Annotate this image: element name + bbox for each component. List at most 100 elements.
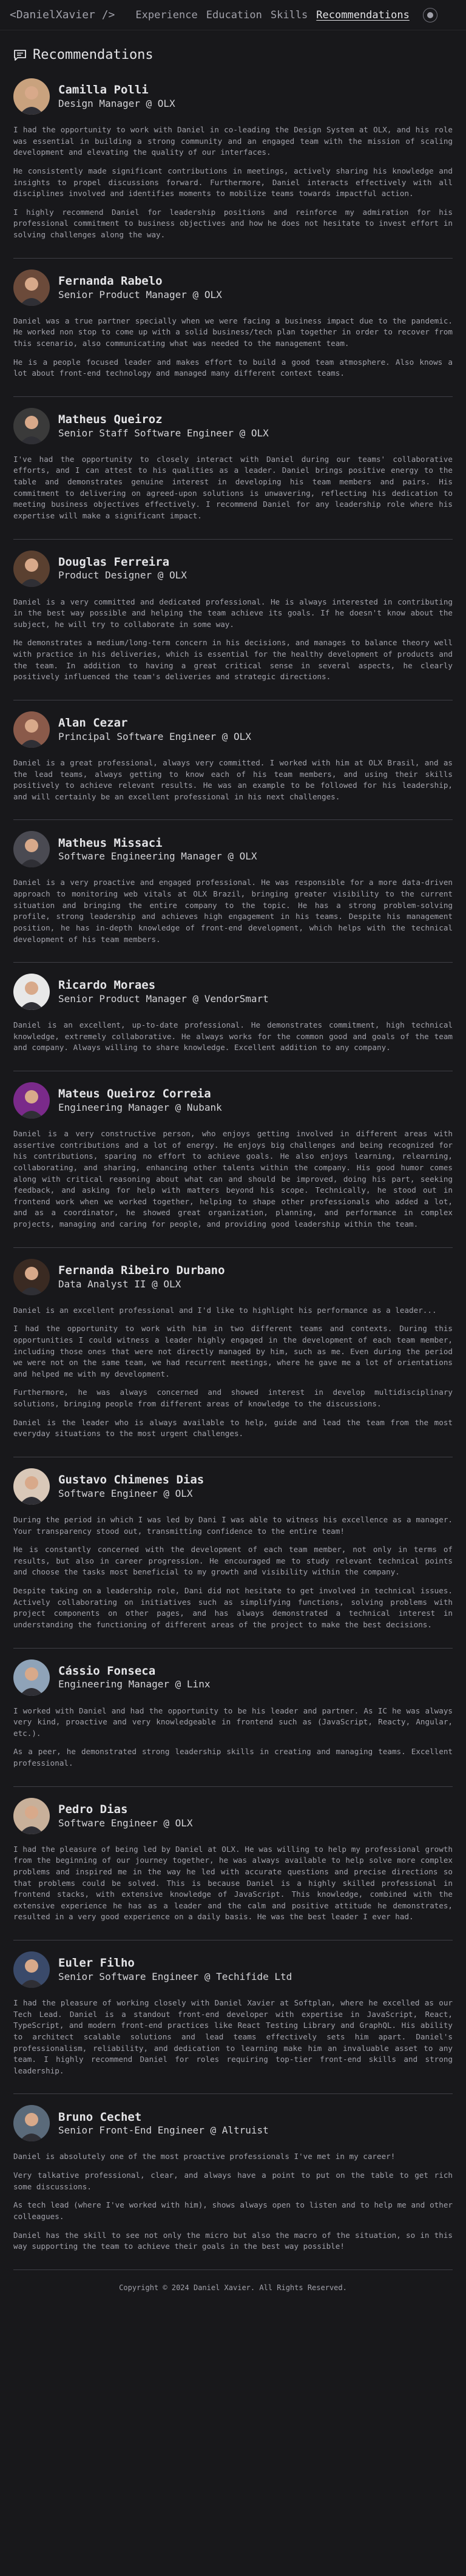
site-logo[interactable]: <DanielXavier /> — [10, 8, 115, 21]
recommender-role: Principal Software Engineer @ OLX — [58, 730, 251, 742]
section-header: Recommendations — [13, 47, 453, 63]
recommendation-card: Mateus Queiroz Correia Engineering Manage… — [13, 1071, 453, 1248]
recommendation-header: Matheus Missaci Software Engineering Mana… — [13, 831, 453, 868]
nav-link-experience[interactable]: Experience — [135, 9, 197, 21]
nav-link-recommendations[interactable]: Recommendations — [316, 9, 410, 21]
recommendation-text: I worked with Daniel and had the opportu… — [13, 1706, 453, 1769]
avatar — [13, 1258, 50, 1295]
recommender-role: Senior Software Engineer @ Techifide Ltd — [58, 1970, 292, 1982]
recommendation-text: Daniel was a true partner specially when… — [13, 316, 453, 379]
recommendation-paragraph: Very talkative professional, clear, and … — [13, 2171, 453, 2191]
recommendation-card: Pedro Dias Software Engineer @ OLX I had t… — [13, 1787, 453, 1940]
recommendation-text: Daniel is absolutely one of the most pro… — [13, 2151, 453, 2252]
nav-link-education[interactable]: Education — [206, 9, 262, 21]
recommendation-paragraph: He is a people focused leader and makes … — [13, 357, 453, 378]
avatar — [13, 550, 50, 587]
recommender-name: Pedro Dias — [58, 1802, 128, 1816]
recommender-name: Alan Cezar — [58, 716, 128, 730]
recommender-name: Douglas Ferreira — [58, 555, 170, 569]
recommender-name: Fernanda Rabelo — [58, 274, 163, 288]
recommendation-text: Daniel is a great professional, always v… — [13, 758, 453, 803]
recommender-role: Software Engineer @ OLX — [58, 1487, 193, 1499]
recommendation-paragraph: Daniel is absolutely one of the most pro… — [13, 2152, 396, 2161]
recommendation-text: Daniel is a very proactive and engaged p… — [13, 877, 453, 945]
recommendation-paragraph: Daniel was a true partner specially when… — [13, 316, 453, 348]
recommendation-text: Daniel is an excellent, up-to-date profe… — [13, 1020, 453, 1054]
recommendation-paragraph: During the period in which I was led by … — [13, 1514, 453, 1536]
recommender-role: Senior Product Manager @ OLX — [58, 288, 222, 300]
recommendation-text: I've had the opportunity to closely inte… — [13, 454, 453, 522]
recommendation-paragraph: Daniel has the skill to see not only the… — [13, 2230, 453, 2251]
recommender-name: Mateus Queiroz Correia — [58, 1087, 211, 1101]
recommender-name: Euler Filho — [58, 1956, 135, 1970]
avatar — [13, 1082, 50, 1119]
recommendation-paragraph: He consistently made significant contrib… — [13, 166, 453, 198]
recommendation-paragraph: Despite taking on a leadership role, Dan… — [13, 1586, 453, 1629]
recommendation-header: Douglas Ferreira Product Designer @ OLX — [13, 550, 453, 587]
recommender-name: Matheus Missaci — [58, 836, 163, 850]
recommendation-text: Daniel is a very committed and dedicated… — [13, 597, 453, 683]
theme-icon — [427, 12, 433, 18]
message-icon — [14, 49, 26, 61]
avatar — [13, 2105, 50, 2142]
recommendation-card: Euler Filho Senior Software Engineer @ Te… — [13, 1940, 453, 2095]
recommendation-header: Cássio Fonseca Engineering Manager @ Linx — [13, 1659, 453, 1696]
recommendation-header: Ricardo Moraes Senior Product Manager @ V… — [13, 974, 453, 1011]
recommendation-paragraph: He demonstrates a medium/long-term conce… — [13, 638, 453, 682]
recommendation-header: Alan Cezar Principal Software Engineer @ … — [13, 711, 453, 748]
recommendation-card: Gustavo Chimenes Dias Software Engineer @… — [13, 1457, 453, 1649]
copyright-text: Copyright © 2024 Daniel Xavier. All Righ… — [119, 2283, 347, 2292]
avatar — [13, 407, 50, 444]
recommendation-paragraph: Furthermore, he was always concerned and… — [13, 1388, 453, 1408]
avatar — [13, 831, 50, 868]
recommendation-card: Bruno Cechet Senior Front-End Engineer @ … — [13, 2094, 453, 2270]
recommendation-paragraph: Daniel is a very constructive person, wh… — [13, 1129, 453, 1229]
avatar — [13, 269, 50, 306]
recommendation-text: I had the pleasure of being led by Danie… — [13, 1844, 453, 1923]
top-nav-bar: <DanielXavier /> Experience Education Sk… — [0, 0, 466, 30]
recommendation-paragraph: As a peer, he demonstrated strong leader… — [13, 1747, 453, 1768]
recommendation-paragraph: Daniel is an excellent, up-to-date profe… — [13, 1020, 453, 1052]
recommendation-paragraph: I had the opportunity to work with Danie… — [13, 125, 453, 157]
recommendation-paragraph: I highly recommend Daniel for leadership… — [13, 207, 453, 239]
footer: Copyright © 2024 Daniel Xavier. All Righ… — [0, 2270, 466, 2305]
recommendation-header: Pedro Dias Software Engineer @ OLX — [13, 1797, 453, 1834]
recommendation-text: I had the opportunity to work with Danie… — [13, 124, 453, 241]
recommender-role: Engineering Manager @ Nubank — [58, 1101, 222, 1113]
recommendation-header: Fernanda Ribeiro Durbano Data Analyst II … — [13, 1258, 453, 1295]
recommender-name: Matheus Queiroz — [58, 413, 163, 426]
avatar — [13, 78, 50, 115]
recommendation-paragraph: I had the pleasure of working closely wi… — [13, 1998, 453, 2075]
recommendation-paragraph: Daniel is an excellent professional and … — [13, 1305, 437, 1315]
recommender-role: Data Analyst II @ OLX — [58, 1278, 181, 1290]
avatar — [13, 1468, 50, 1505]
recommendations-section: Recommendations Camilla Polli Design Mana… — [0, 30, 466, 2270]
recommendation-text: During the period in which I was led by … — [13, 1514, 453, 1631]
nav-link-skills[interactable]: Skills — [271, 9, 308, 21]
recommendation-text: Daniel is an excellent professional and … — [13, 1305, 453, 1440]
recommendation-card: Fernanda Ribeiro Durbano Data Analyst II … — [13, 1248, 453, 1457]
recommendation-card: Fernanda Rabelo Senior Product Manager @ … — [13, 259, 453, 397]
recommender-name: Camilla Polli — [58, 83, 149, 97]
recommender-name: Gustavo Chimenes Dias — [58, 1473, 204, 1487]
recommendation-card: Alan Cezar Principal Software Engineer @ … — [13, 700, 453, 821]
recommendation-paragraph: I had the opportunity to work with him i… — [13, 1324, 453, 1378]
recommendation-card: Ricardo Moraes Senior Product Manager @ V… — [13, 963, 453, 1071]
recommender-name: Fernanda Ribeiro Durbano — [58, 1263, 225, 1277]
recommendation-header: Euler Filho Senior Software Engineer @ Te… — [13, 1951, 453, 1988]
theme-toggle-button[interactable] — [422, 7, 437, 22]
recommender-name: Ricardo Moraes — [58, 978, 156, 992]
recommendation-list: Camilla Polli Design Manager @ OLX I had t… — [13, 75, 453, 2270]
recommendation-header: Mateus Queiroz Correia Engineering Manage… — [13, 1082, 453, 1119]
recommender-role: Design Manager @ OLX — [58, 97, 175, 109]
recommender-role: Engineering Manager @ Linx — [58, 1678, 211, 1690]
recommendation-paragraph: He is constantly concerned with the deve… — [13, 1545, 453, 1577]
recommender-role: Senior Product Manager @ VendorSmart — [58, 993, 269, 1005]
recommender-role: Software Engineer @ OLX — [58, 1817, 193, 1829]
recommender-role: Senior Front-End Engineer @ Altruist — [58, 2124, 269, 2137]
recommendation-paragraph: Daniel is the leader who is always avail… — [13, 1417, 453, 1439]
avatar — [13, 711, 50, 748]
avatar — [13, 974, 50, 1011]
recommender-name: Cássio Fonseca — [58, 1664, 156, 1678]
recommendation-paragraph: Daniel is a very proactive and engaged p… — [13, 878, 453, 944]
